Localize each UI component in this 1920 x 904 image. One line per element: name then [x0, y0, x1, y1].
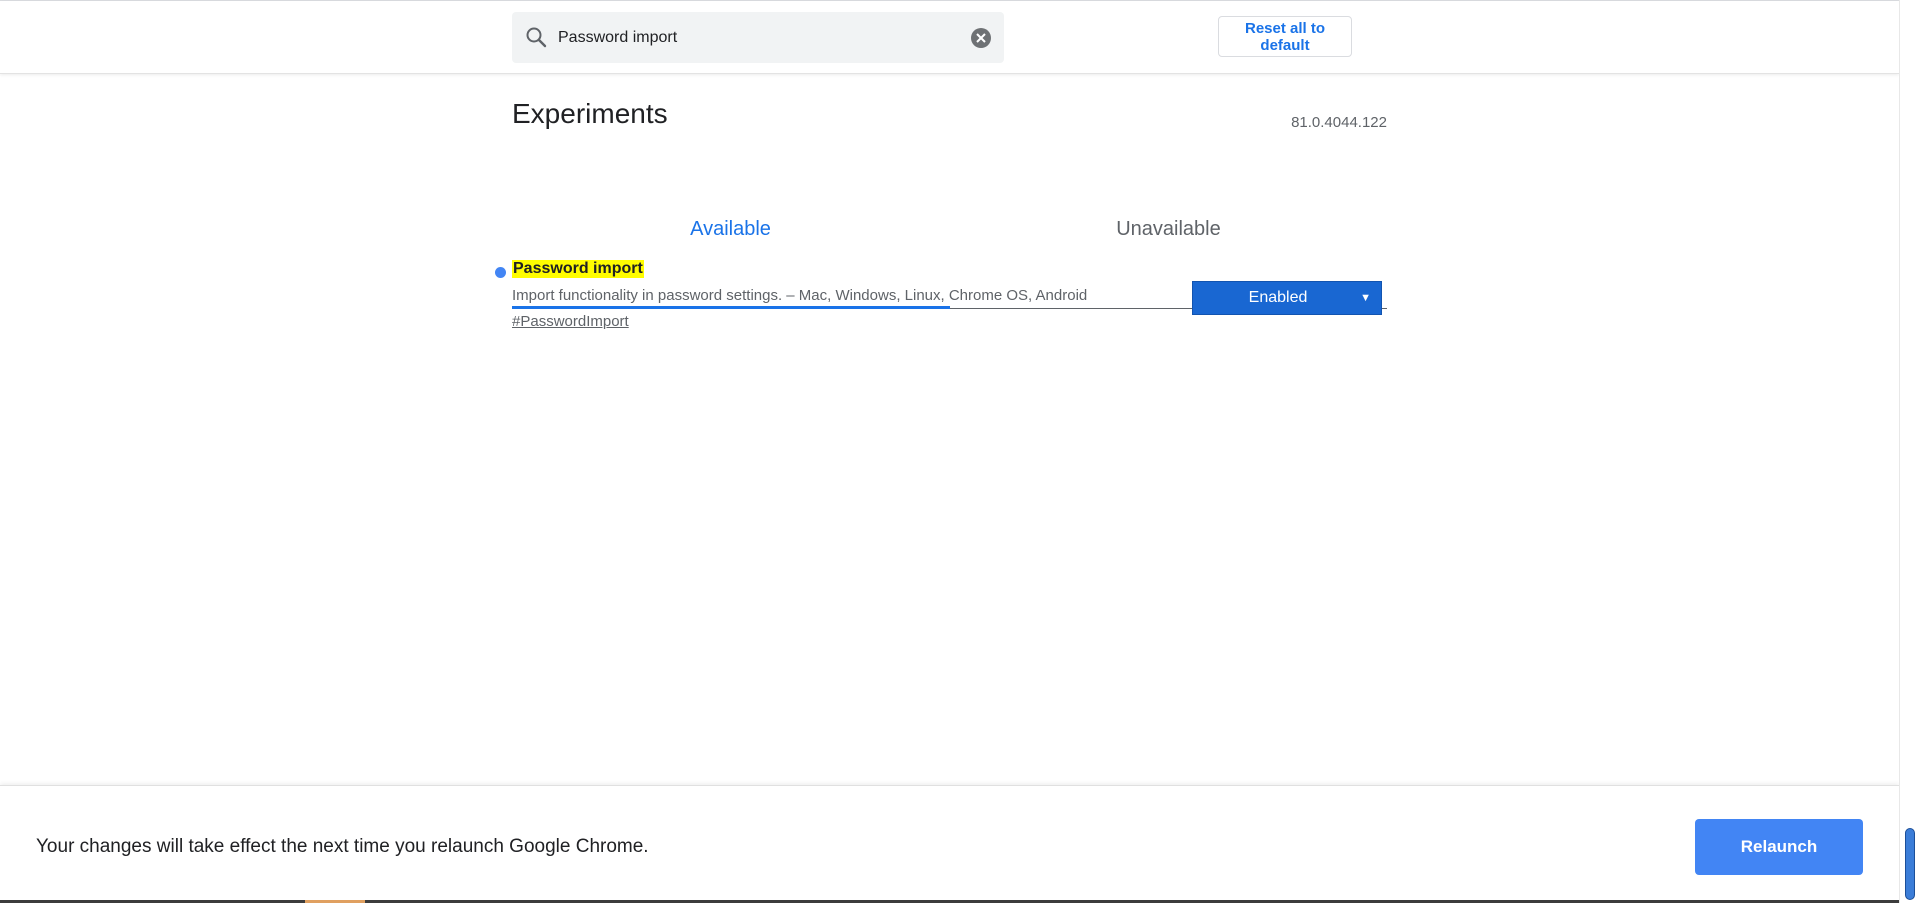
- experiment-state-value: Enabled: [1248, 289, 1308, 306]
- search-box[interactable]: [512, 12, 1004, 63]
- experiment-name: Password import: [512, 260, 644, 278]
- scrollbar-thumb[interactable]: [1905, 828, 1915, 900]
- modified-indicator-dot: [495, 267, 506, 278]
- experiment-item: Password import Import functionality in …: [495, 258, 1387, 348]
- clear-search-icon[interactable]: [970, 27, 992, 49]
- page-title: Experiments: [512, 98, 668, 129]
- search-icon: [524, 25, 548, 49]
- search-input[interactable]: [558, 12, 948, 63]
- version-label: 81.0.4044.122: [1291, 114, 1387, 131]
- experiment-description: Import functionality in password setting…: [512, 287, 1088, 304]
- scrollbar-track[interactable]: [1899, 0, 1920, 903]
- relaunch-footer: Your changes will take effect the next t…: [0, 785, 1899, 904]
- reset-all-button[interactable]: Reset all to default: [1218, 16, 1352, 57]
- relaunch-button[interactable]: Relaunch: [1695, 819, 1863, 875]
- header: Reset all to default: [0, 1, 1899, 74]
- experiment-permalink[interactable]: #PasswordImport: [512, 313, 629, 330]
- relaunch-message: Your changes will take effect the next t…: [36, 836, 649, 857]
- experiment-state-select[interactable]: Enabled ▼: [1192, 281, 1382, 315]
- dropdown-arrow-icon: ▼: [1360, 292, 1371, 304]
